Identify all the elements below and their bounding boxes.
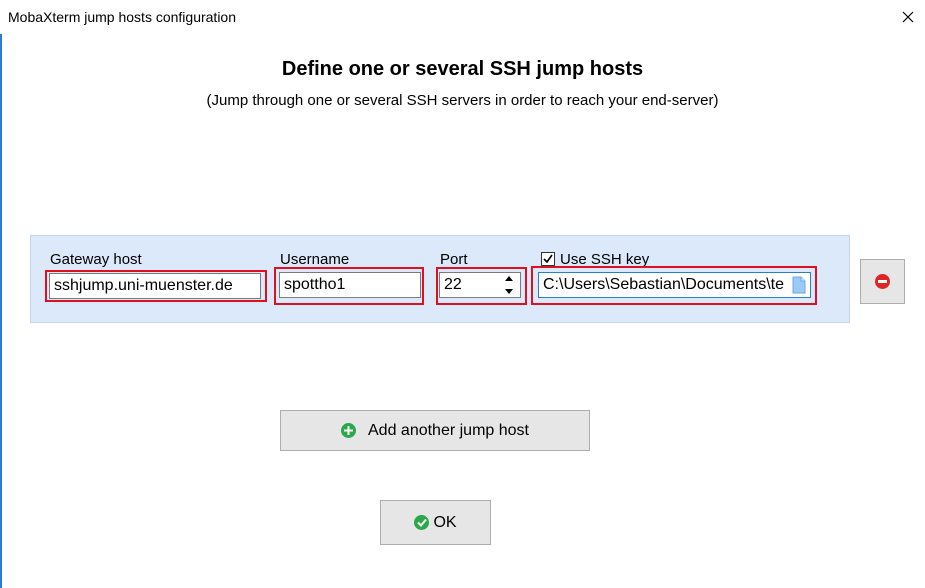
username-label: Username [280,251,350,268]
checkmark-icon [543,254,553,264]
spin-down-icon[interactable] [505,289,513,294]
title-bar: MobaXterm jump hosts configuration [0,0,925,34]
spin-up-icon[interactable] [505,276,513,281]
add-jump-host-button[interactable]: Add another jump host [280,410,590,451]
page-title: Define one or several SSH jump hosts [281,58,644,80]
close-button[interactable] [891,0,925,34]
window-border [0,0,2,588]
remove-jump-host-button[interactable] [860,259,905,304]
port-label: Port [440,251,468,268]
ok-label: OK [433,513,457,531]
gateway-host-input[interactable]: sshjump.uni-muenster.de [49,273,261,299]
add-jump-host-label: Add another jump host [368,421,529,439]
close-icon [902,11,914,23]
file-icon [792,276,806,294]
port-spinner[interactable] [504,276,514,294]
add-icon [341,423,356,438]
port-value: 22 [444,276,462,293]
ssh-key-path-input[interactable]: C:\Users\Sebastian\Documents\te [538,272,811,298]
jump-host-row: Gateway host sshjump.uni-muenster.de Use… [30,235,850,323]
page-subtitle: (Jump through one or several SSH servers… [206,92,719,109]
file-browse-button[interactable] [792,276,806,297]
ok-button[interactable]: OK [380,500,491,545]
check-icon [414,515,430,530]
window-title: MobaXterm jump hosts configuration [8,9,236,25]
username-input[interactable]: spottho1 [279,272,421,298]
ssh-key-path-value: C:\Users\Sebastian\Documents\te [543,276,784,293]
port-stepper[interactable]: 22 [439,272,521,298]
use-ssh-key-checkbox[interactable] [541,252,555,266]
remove-icon [875,274,890,289]
gateway-host-label: Gateway host [50,251,142,268]
